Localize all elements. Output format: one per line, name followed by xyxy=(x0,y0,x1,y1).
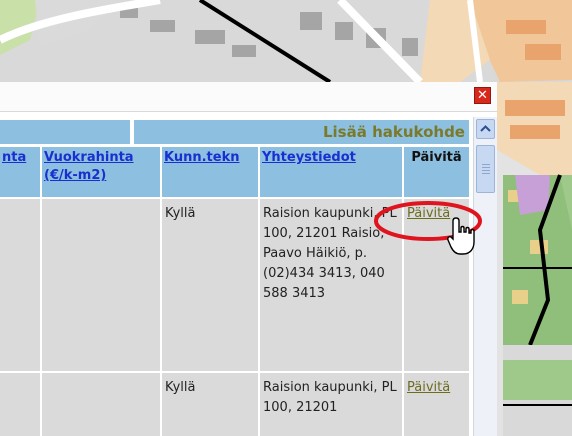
search-results-panel: ✕ Lisää hakukohde nta Vuokrahinta (€/k-m… xyxy=(0,82,497,436)
scroll-up-button[interactable] xyxy=(476,119,495,139)
table-cell: Päivitä xyxy=(404,373,469,436)
column-header-update: Päivitä xyxy=(404,147,469,197)
add-search-target-link[interactable]: Lisää hakukohde xyxy=(323,123,469,141)
contact-cell: Raision kaupunki, PL 100, 21201 Raisio, … xyxy=(260,199,402,371)
table-cell xyxy=(0,199,40,371)
grip-line xyxy=(482,170,490,171)
table-toolbar-left xyxy=(0,120,130,144)
table-cell xyxy=(42,199,160,371)
table-cell xyxy=(42,373,160,436)
contact-cell: Raision kaupunki, PL 100, 21201 xyxy=(260,373,402,436)
panel-titlebar[interactable]: ✕ xyxy=(0,82,497,112)
chevron-up-icon xyxy=(480,125,491,132)
table-cell xyxy=(0,373,40,436)
scroll-thumb[interactable] xyxy=(476,145,495,193)
column-header-rent[interactable]: Vuokrahinta (€/k-m2) xyxy=(42,147,160,197)
update-link[interactable]: Päivitä xyxy=(407,380,450,395)
grip-line xyxy=(482,164,490,165)
table-cell: Päivitä xyxy=(404,199,469,371)
close-icon: ✕ xyxy=(477,88,488,103)
column-header-municipal-tech[interactable]: Kunn.tekn xyxy=(162,147,258,197)
grip-line xyxy=(482,173,490,174)
grip-line xyxy=(482,167,490,168)
vertical-scrollbar[interactable] xyxy=(473,117,497,436)
close-button[interactable]: ✕ xyxy=(474,87,491,104)
table-toolbar-right: Lisää hakukohde xyxy=(134,120,469,144)
table-cell: Kyllä xyxy=(162,199,258,371)
column-header-contact[interactable]: Yhteystiedot xyxy=(260,147,402,197)
update-link[interactable]: Päivitä xyxy=(407,206,450,221)
column-header-price[interactable]: nta xyxy=(0,147,40,197)
results-table: Lisää hakukohde nta Vuokrahinta (€/k-m2)… xyxy=(0,117,473,436)
table-cell: Kyllä xyxy=(162,373,258,436)
